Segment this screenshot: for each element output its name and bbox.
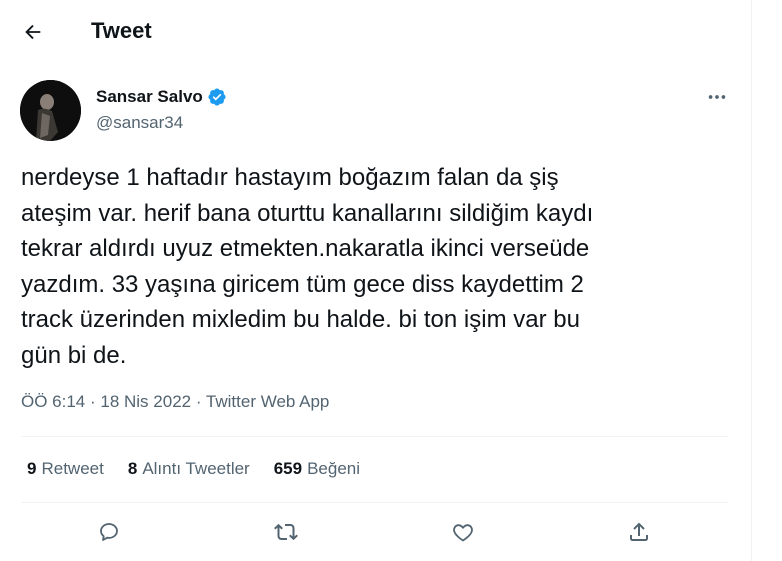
tweet-time[interactable]: ÖÖ 6:14 [21, 392, 85, 411]
more-horizontal-icon [706, 86, 728, 108]
column-border [751, 0, 752, 561]
retweets-stat[interactable]: 9 Retweet [27, 459, 104, 479]
back-button[interactable] [18, 17, 48, 47]
reply-button[interactable] [89, 512, 129, 552]
avatar[interactable] [20, 80, 81, 141]
tweet-stats: 9 Retweet 8 Alıntı Tweetler 659 Beğeni [27, 459, 384, 479]
retweets-count: 9 [27, 459, 37, 478]
verified-badge-icon [207, 87, 227, 107]
tweet-actions [0, 512, 752, 552]
meta-separator: · [85, 392, 101, 411]
tweet-metadata: ÖÖ 6:14 · 18 Nis 2022 · Twitter Web App [21, 392, 329, 412]
reply-icon [97, 520, 121, 544]
author-name[interactable]: Sansar Salvo [96, 87, 227, 107]
divider [21, 436, 728, 437]
tweet-date[interactable]: 18 Nis 2022 [100, 392, 191, 411]
divider [21, 502, 728, 503]
like-button[interactable] [443, 512, 483, 552]
like-icon [451, 520, 475, 544]
more-options-button[interactable] [702, 84, 732, 110]
likes-stat[interactable]: 659 Beğeni [274, 459, 360, 479]
tweet-detail-page: Tweet Sansar Salvo @sansar34 nerdeyse 1 … [0, 0, 752, 561]
page-header: Tweet [0, 0, 752, 64]
tweet-source[interactable]: Twitter Web App [206, 392, 329, 411]
retweet-icon [274, 520, 298, 544]
arrow-left-icon [22, 21, 44, 43]
meta-separator: · [191, 392, 206, 411]
quote-tweets-stat[interactable]: 8 Alıntı Tweetler [128, 459, 250, 479]
author-handle[interactable]: @sansar34 [96, 113, 183, 133]
share-icon [627, 520, 651, 544]
retweet-button[interactable] [266, 512, 306, 552]
likes-count: 659 [273, 459, 303, 478]
likes-label: Beğeni [307, 459, 361, 478]
share-button[interactable] [619, 512, 659, 552]
retweets-label: Retweet [41, 459, 104, 478]
tweet-text: nerdeyse 1 haftadır hastayım boğazım fal… [21, 164, 594, 369]
page-title: Tweet [91, 18, 152, 43]
author-name-text: Sansar Salvo [96, 87, 203, 106]
quotes-count: 8 [127, 459, 138, 478]
quotes-label: Alıntı Tweetler [142, 459, 250, 478]
